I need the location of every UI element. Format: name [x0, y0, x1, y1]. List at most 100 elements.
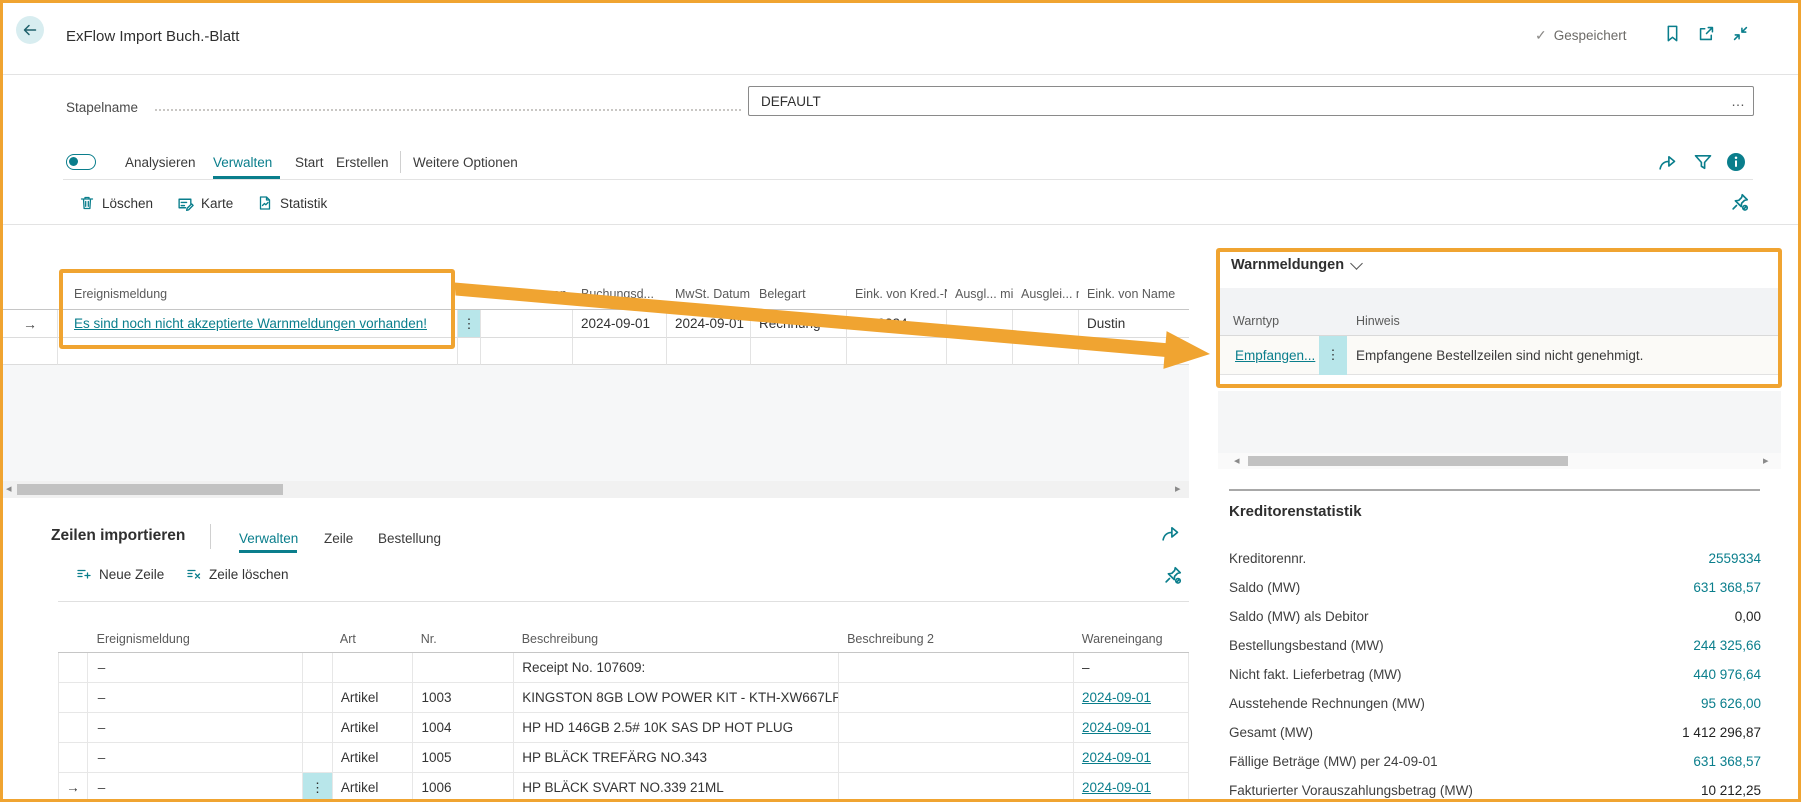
column-beleg-sperren[interactable]: Beleg sperren — [481, 287, 573, 309]
lines-tab-verwalten[interactable]: Verwalten — [239, 531, 298, 546]
tab-verwalten[interactable]: Verwalten — [213, 155, 272, 170]
line-row[interactable]: – Receipt No. 107609: – — [58, 653, 1189, 683]
cell-beschreibung-2[interactable] — [839, 773, 1074, 799]
journal-row[interactable]: → Es sind noch nicht akzeptierte Warnmel… — [3, 310, 1189, 338]
column-hinweis[interactable]: Hinweis — [1356, 314, 1400, 328]
line-row[interactable]: – Artikel 1005 HP BLÄCK TREFÄRG NO.343 2… — [58, 743, 1189, 773]
share-icon[interactable] — [1657, 152, 1677, 172]
row-menu-icon[interactable]: ⋮ — [458, 310, 481, 338]
cell-art[interactable]: Artikel — [332, 743, 414, 773]
scroll-left-icon[interactable]: ◂ — [6, 482, 12, 495]
column-beschreibung-2[interactable]: Beschreibung 2 — [839, 632, 1074, 652]
cell-art[interactable] — [332, 653, 414, 683]
column-ereignismeldung[interactable]: Ereignismeldung — [58, 287, 458, 309]
statistics-button[interactable]: Statistik — [257, 195, 327, 211]
line-row-selected[interactable]: → – ⋮ Artikel 1006 HP BLÄCK SVART NO.339… — [58, 773, 1189, 799]
cell-ausgl-mit-belegart[interactable] — [947, 310, 1013, 338]
cell-wareneingang-link[interactable]: 2024-09-01 — [1073, 683, 1189, 713]
cell-belegart[interactable]: Rechnung — [751, 310, 847, 338]
column-nr[interactable]: Nr. — [413, 632, 514, 652]
tab-erstellen[interactable]: Erstellen — [336, 155, 389, 170]
scroll-right-icon[interactable]: ▸ — [1763, 454, 1769, 467]
line-row[interactable]: – Artikel 1004 HP HD 146GB 2.5# 10K SAS … — [58, 713, 1189, 743]
column-buchungsdatum[interactable]: Buchungsd... — [573, 287, 667, 309]
pin-pane-icon[interactable] — [1730, 192, 1750, 212]
cell-ausgl-mit-belegnr[interactable] — [1013, 310, 1079, 338]
cell-beschreibung-2[interactable] — [839, 713, 1074, 743]
scrollbar-thumb[interactable] — [17, 484, 283, 495]
stat-value-link[interactable]: 440 976,64 — [1693, 667, 1761, 682]
cell-ereignismeldung[interactable]: – — [88, 773, 304, 799]
cell-nr[interactable] — [413, 653, 515, 683]
stat-value-link[interactable]: 631 368,57 — [1693, 754, 1761, 769]
stat-value-link[interactable]: 2559334 — [1708, 551, 1761, 566]
card-button[interactable]: Karte — [177, 195, 233, 212]
lines-tab-bestellung[interactable]: Bestellung — [378, 531, 441, 546]
cell-beschreibung[interactable]: HP BLÄCK TREFÄRG NO.343 — [514, 743, 840, 773]
cell-beschreibung-2[interactable] — [839, 743, 1074, 773]
cell-mwst-datum[interactable]: 2024-09-01 — [667, 310, 751, 338]
journal-empty-row[interactable] — [3, 338, 1189, 365]
collapse-icon[interactable] — [1731, 24, 1750, 43]
stat-value-link[interactable]: 244 325,66 — [1693, 638, 1761, 653]
column-mwst-datum[interactable]: MwSt. Datum — [667, 287, 751, 309]
cell-ereignismeldung[interactable]: – — [87, 743, 304, 773]
cell-beschreibung-2[interactable] — [839, 653, 1074, 683]
cell-art[interactable]: Artikel — [332, 683, 414, 713]
cell-nr[interactable]: 1004 — [413, 713, 515, 743]
cell-wareneingang[interactable]: – — [1073, 653, 1189, 683]
warnings-panel-title[interactable]: Warnmeldungen — [1231, 256, 1363, 273]
filter-icon[interactable] — [1693, 152, 1713, 172]
cell-beschreibung[interactable]: KINGSTON 8GB LOW POWER KIT - KTH-XW667LP… — [514, 683, 840, 713]
warning-row[interactable]: Empfangen... ⋮ Empfangene Bestellzeilen … — [1220, 335, 1779, 375]
warning-message-link[interactable]: Es sind noch nicht akzeptierte Warnmeldu… — [74, 316, 427, 331]
share-icon[interactable] — [1160, 523, 1180, 543]
stat-value-link[interactable]: 95 626,00 — [1701, 696, 1761, 711]
cell-beleg-sperren[interactable] — [481, 310, 573, 338]
warntyp-link[interactable]: Empfangen... — [1235, 348, 1315, 363]
column-art[interactable]: Art — [332, 632, 413, 652]
warnings-horizontal-scrollbar[interactable]: ◂ ▸ — [1218, 453, 1781, 469]
cell-wareneingang-link[interactable]: 2024-09-01 — [1073, 713, 1189, 743]
column-ereignismeldung[interactable]: Ereignismeldung — [87, 632, 303, 652]
cell-art[interactable]: Artikel — [332, 713, 414, 743]
chevron-down-icon[interactable] — [1350, 256, 1363, 270]
column-belegart[interactable]: Belegart — [751, 287, 847, 309]
column-beschreibung[interactable]: Beschreibung — [514, 632, 839, 652]
stat-value-link[interactable]: 631 368,57 — [1693, 580, 1761, 595]
cell-beschreibung-2[interactable] — [839, 683, 1074, 713]
cell-nr[interactable]: 1003 — [413, 683, 515, 713]
cell-ereignismeldung[interactable]: – — [87, 653, 304, 683]
journal-horizontal-scrollbar[interactable]: ◂ ▸ — [3, 481, 1189, 498]
assist-edit-icon[interactable]: … — [1731, 93, 1746, 109]
cell-nr[interactable]: 1005 — [413, 743, 515, 773]
open-in-new-window-icon[interactable] — [1697, 24, 1716, 43]
back-button[interactable] — [16, 16, 44, 44]
scrollbar-thumb[interactable] — [1248, 456, 1568, 466]
analyze-toggle[interactable] — [66, 154, 96, 170]
scroll-left-icon[interactable]: ◂ — [1234, 454, 1240, 467]
delete-line-button[interactable]: Zeile löschen — [186, 566, 289, 582]
info-icon[interactable] — [1726, 152, 1746, 177]
delete-button[interactable]: Löschen — [79, 195, 153, 211]
warning-row-menu-icon[interactable]: ⋮ — [1319, 335, 1347, 375]
cell-wareneingang-link[interactable]: 2024-09-01 — [1074, 773, 1189, 799]
pin-pane-icon[interactable] — [1163, 565, 1183, 585]
cell-nr[interactable]: 1006 — [413, 773, 515, 799]
line-row[interactable]: – Artikel 1003 KINGSTON 8GB LOW POWER KI… — [58, 683, 1189, 713]
column-ausgl-mit-belegnr[interactable]: Ausglei... mit Belegnr. — [1013, 287, 1079, 309]
cell-beschreibung[interactable]: HP BLÄCK SVART NO.339 21ML — [514, 773, 840, 799]
cell-beschreibung[interactable]: Receipt No. 107609: — [514, 653, 840, 683]
cell-art[interactable]: Artikel — [333, 773, 414, 799]
column-ausgl-mit-belegart[interactable]: Ausgl... mit Belegart — [947, 287, 1013, 309]
cell-beschreibung[interactable]: HP HD 146GB 2.5# 10K SAS DP HOT PLUG — [514, 713, 840, 743]
column-eink-von-kred-nr[interactable]: Eink. von Kred.-Nr. — [847, 287, 947, 309]
batch-name-input[interactable] — [748, 86, 1754, 116]
cell-wareneingang-link[interactable]: 2024-09-01 — [1073, 743, 1189, 773]
cell-eink-von-kred-nr[interactable]: 2559334 — [847, 310, 947, 338]
column-wareneingang[interactable]: Wareneingang — [1074, 632, 1189, 652]
new-line-button[interactable]: Neue Zeile — [76, 566, 164, 582]
more-options-menu[interactable]: Weitere Optionen — [413, 155, 518, 170]
cell-ereignismeldung[interactable]: – — [87, 683, 304, 713]
row-menu-icon[interactable]: ⋮ — [303, 773, 333, 799]
